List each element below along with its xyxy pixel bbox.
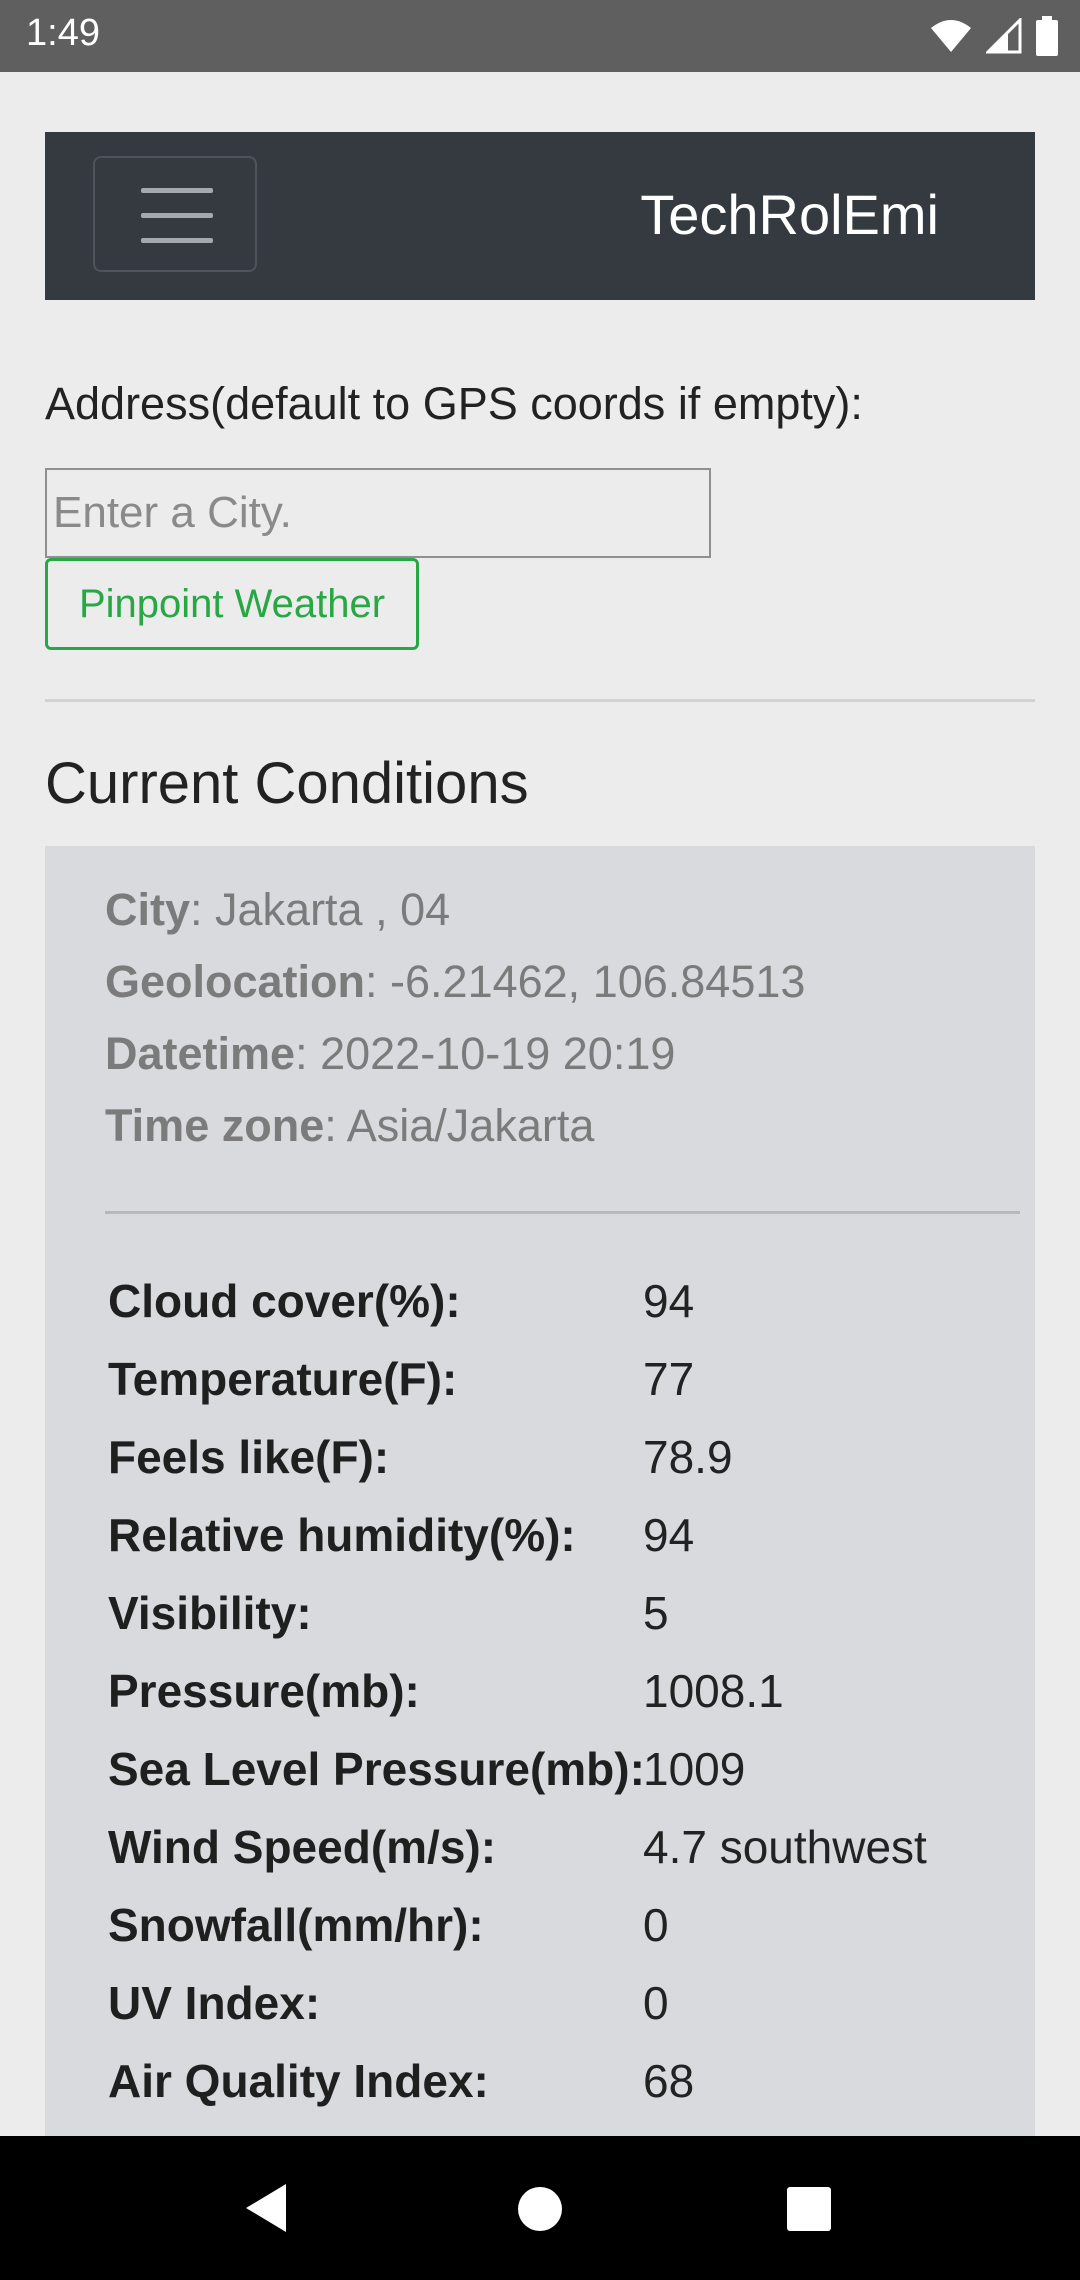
row-value: 5 xyxy=(643,1587,669,1639)
status-icons xyxy=(930,14,1058,58)
hamburger-icon xyxy=(141,238,213,243)
info-geolocation: Geolocation: -6.21462, 106.84513 xyxy=(105,956,805,1008)
row-value: 94 xyxy=(643,1509,695,1561)
info-datetime: Datetime: 2022-10-19 20:19 xyxy=(105,1028,675,1080)
row-label: Snowfall(mm/hr): xyxy=(108,1899,484,1951)
divider xyxy=(105,1211,1020,1214)
row-label: Pressure(mb): xyxy=(108,1665,420,1717)
recents-icon[interactable] xyxy=(786,2186,832,2232)
info-label: Datetime xyxy=(105,1028,296,1079)
info-label: Geolocation xyxy=(105,956,366,1007)
info-timezone: Time zone: Asia/Jakarta xyxy=(105,1100,594,1152)
info-city: City: Jakarta , 04 xyxy=(105,884,450,936)
pinpoint-weather-button[interactable]: Pinpoint Weather xyxy=(45,558,419,650)
row-value: 78.9 xyxy=(643,1431,733,1483)
row-value: 0 xyxy=(643,1977,669,2029)
top-navbar: TechRolEmi xyxy=(45,132,1035,300)
status-bar: 1:49 xyxy=(0,0,1080,72)
row-label: Temperature(F): xyxy=(108,1353,458,1405)
info-value: : 2022-10-19 20:19 xyxy=(295,1028,676,1079)
status-time: 1:49 xyxy=(26,12,100,54)
row-label: Cloud cover(%): xyxy=(108,1275,461,1327)
divider xyxy=(45,699,1035,702)
info-value: : Asia/Jakarta xyxy=(324,1100,595,1151)
row-value: 1009 xyxy=(643,1743,746,1795)
address-label: Address(default to GPS coords if empty): xyxy=(45,378,863,429)
wifi-icon xyxy=(931,20,971,52)
row-value: 77 xyxy=(643,1353,695,1405)
row-label: UV Index: xyxy=(108,1977,321,2029)
hamburger-icon xyxy=(141,188,213,193)
row-value: 4.7 southwest xyxy=(643,1821,927,1873)
home-icon[interactable] xyxy=(517,2186,563,2232)
info-value: : -6.21462, 106.84513 xyxy=(365,956,806,1007)
row-label: Feels like(F): xyxy=(108,1431,390,1483)
back-icon[interactable] xyxy=(244,2182,288,2234)
row-label: Sea Level Pressure(mb): xyxy=(108,1743,645,1795)
conditions-panel: City: Jakarta , 04 Geolocation: -6.21462… xyxy=(45,846,1035,2136)
info-label: Time zone xyxy=(105,1100,325,1151)
row-value: 1008.1 xyxy=(643,1665,784,1717)
row-label: Visibility: xyxy=(108,1587,312,1639)
city-input[interactable] xyxy=(45,468,711,558)
row-label: Wind Speed(m/s): xyxy=(108,1821,497,1873)
info-label: City xyxy=(105,884,191,935)
row-value: 94 xyxy=(643,1275,695,1327)
row-value: 0 xyxy=(643,1899,669,1951)
system-nav-bar xyxy=(0,2136,1080,2280)
hamburger-icon xyxy=(141,213,213,218)
brand-title[interactable]: TechRolEmi xyxy=(640,182,939,247)
info-value: : Jakarta , 04 xyxy=(190,884,451,935)
menu-toggle-button[interactable] xyxy=(93,156,257,272)
row-label: Air Quality Index: xyxy=(108,2055,489,2107)
section-title: Current Conditions xyxy=(45,751,529,816)
signal-icon xyxy=(986,18,1022,54)
battery-icon xyxy=(1036,16,1058,56)
row-value: 68 xyxy=(643,2055,695,2107)
row-label: Relative humidity(%): xyxy=(108,1509,576,1561)
